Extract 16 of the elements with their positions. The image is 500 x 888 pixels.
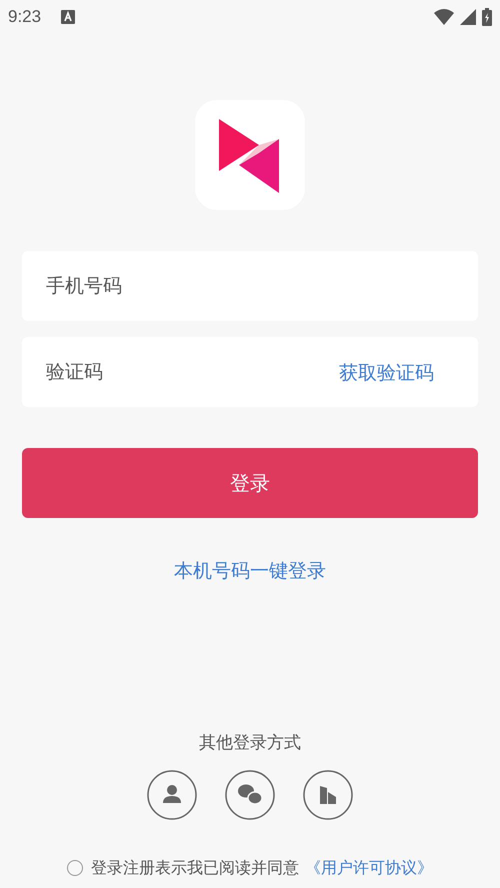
agreement-text: 登录注册表示我已阅读并同意 [91, 858, 299, 878]
one-tap-login-link[interactable]: 本机号码一键登录 [174, 558, 326, 584]
wifi-icon [434, 9, 454, 25]
login-button[interactable]: 登录 [22, 448, 478, 518]
building-login-icon[interactable] [303, 770, 353, 820]
status-time: 9:23 [8, 7, 42, 27]
person-login-icon[interactable] [147, 770, 197, 820]
other-methods-title: 其他登录方式 [199, 732, 301, 754]
phone-field[interactable]: 手机号码 [22, 251, 478, 321]
signal-icon [460, 9, 476, 25]
agreement-link[interactable]: 《用户许可协议》 [305, 858, 433, 878]
get-code-link[interactable]: 获取验证码 [339, 360, 434, 386]
battery-icon [482, 8, 492, 26]
notification-icon [61, 10, 76, 24]
chat-login-icon[interactable] [225, 770, 275, 820]
agreement-checkbox[interactable] [67, 860, 83, 876]
